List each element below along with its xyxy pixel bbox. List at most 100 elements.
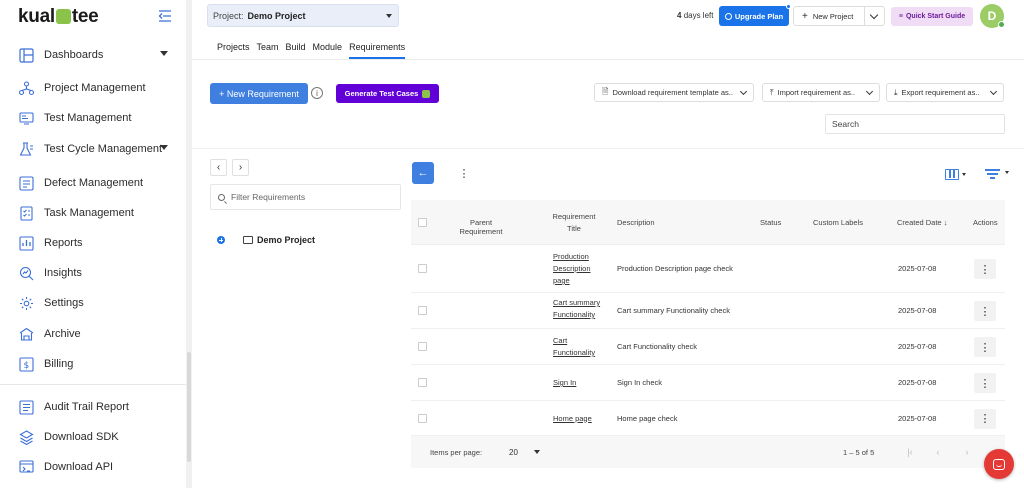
requirement-title-link[interactable]: Cart summary Functionality <box>553 297 609 321</box>
table-row[interactable]: Cart Functionality Cart Functionality che… <box>411 329 1005 365</box>
header-status[interactable]: Status <box>760 218 781 227</box>
collapse-sidebar-icon[interactable] <box>158 10 172 22</box>
ai-sparkle-icon <box>422 89 431 98</box>
next-page-icon[interactable]: › <box>960 445 974 459</box>
header-parent-requirement[interactable]: Parent Requirement <box>449 218 513 236</box>
quick-start-guide-button[interactable]: ≡ Quick Start Guide <box>891 7 973 26</box>
requirements-search-input[interactable]: Search <box>825 114 1005 134</box>
download-template-button[interactable]: 🗎 Download requirement template as.. <box>594 83 754 102</box>
caret-down-icon <box>962 172 966 176</box>
tree-root-node[interactable]: Demo Project <box>217 235 315 245</box>
expand-icon[interactable] <box>217 236 225 244</box>
new-requirement-button[interactable]: + New Requirement <box>210 83 308 104</box>
online-status-icon <box>998 21 1005 28</box>
row-actions-icon[interactable]: ⋮ <box>974 301 996 321</box>
new-project-button[interactable]: + New Project <box>793 6 885 26</box>
sidebar-item-defect-management[interactable]: Defect Management <box>18 172 178 194</box>
chevron-down-icon[interactable] <box>160 51 168 56</box>
select-all-checkbox[interactable] <box>418 218 427 227</box>
row-checkbox[interactable] <box>418 342 427 351</box>
download-api-icon <box>18 459 35 476</box>
requirement-created-date: 2025-07-08 <box>898 378 937 387</box>
prev-page-icon[interactable]: ‹ <box>931 445 945 459</box>
user-avatar[interactable]: D <box>980 4 1005 28</box>
row-checkbox[interactable] <box>418 264 427 273</box>
filter-requirements-input[interactable]: Filter Requirements <box>210 184 401 210</box>
brand-logo[interactable]: kual tee <box>18 6 99 28</box>
row-actions-icon[interactable]: ⋮ <box>974 373 996 393</box>
chat-support-button[interactable] <box>984 449 1014 479</box>
project-selector[interactable]: Project: Demo Project <box>207 4 399 27</box>
table-paginator: Items per page: 20 1 – 5 of 5 |‹ ‹ › <box>411 436 1005 468</box>
requirement-title-link[interactable]: Home page <box>553 413 609 425</box>
back-arrow-button[interactable]: ← <box>412 162 434 184</box>
tree-next-button[interactable]: › <box>232 159 249 176</box>
folder-icon <box>243 236 253 244</box>
first-page-icon[interactable]: |‹ <box>903 445 917 459</box>
tab-requirements[interactable]: Requirements <box>349 39 406 59</box>
sidebar-item-label: Test Management <box>44 112 132 124</box>
sidebar-scrollbar[interactable] <box>186 0 192 488</box>
caret-down-icon <box>533 450 540 454</box>
defect-icon <box>18 175 35 192</box>
sidebar-item-label: Project Management <box>44 82 146 94</box>
import-requirement-button[interactable]: ⤒ Import requirement as.. <box>762 83 880 102</box>
grid-filter-button[interactable] <box>985 167 1011 181</box>
sidebar-item-settings[interactable]: Settings <box>18 292 178 314</box>
tab-build[interactable]: Build <box>286 39 306 59</box>
sidebar-item-label: Archive <box>44 328 81 340</box>
sidebar-item-project-management[interactable]: Project Management <box>18 77 178 99</box>
sidebar-item-test-cycle-management[interactable]: Test Cycle Management <box>18 138 178 160</box>
info-icon[interactable]: i <box>311 87 323 99</box>
import-requirement-label: Import requirement as.. <box>777 88 856 97</box>
export-requirement-button[interactable]: ⤓ Export requirement as.. <box>886 83 1004 102</box>
tab-module[interactable]: Module <box>313 39 343 59</box>
grid-more-options-icon[interactable]: ⋮ <box>455 164 473 182</box>
table-row[interactable]: Sign In Sign In check 2025-07-08 ⋮ <box>411 365 1005 401</box>
header-actions: Actions <box>973 218 998 227</box>
row-actions-icon[interactable]: ⋮ <box>974 408 996 429</box>
new-project-dropdown-icon[interactable] <box>864 7 884 25</box>
upgrade-plan-button[interactable]: Upgrade Plan <box>719 4 791 26</box>
requirement-title-link[interactable]: Cart Functionality <box>553 335 609 359</box>
items-per-page-select[interactable]: 20 <box>509 445 553 459</box>
sidebar-item-billing[interactable]: $ Billing <box>18 353 178 375</box>
row-actions-icon[interactable]: ⋮ <box>974 259 996 279</box>
row-checkbox[interactable] <box>418 306 427 315</box>
sidebar-item-audit-trail-report[interactable]: Audit Trail Report <box>18 396 178 418</box>
row-actions-icon[interactable]: ⋮ <box>974 337 996 357</box>
column-chooser-button[interactable] <box>945 167 969 181</box>
sidebar-item-task-management[interactable]: Task Management <box>18 202 178 224</box>
chevron-down-icon[interactable] <box>160 145 168 150</box>
sidebar-item-insights[interactable]: Insights <box>18 262 178 284</box>
sidebar-item-download-api[interactable]: Download API <box>18 456 178 478</box>
sidebar-item-dashboards[interactable]: Dashboards <box>18 44 178 66</box>
tab-projects[interactable]: Projects <box>217 39 250 59</box>
table-row[interactable]: Production Description page Production De… <box>411 245 1005 293</box>
requirement-title-link[interactable]: Production Description page <box>553 251 609 287</box>
sidebar-item-download-sdk[interactable]: Download SDK <box>18 426 178 448</box>
sidebar-item-archive[interactable]: Archive <box>18 323 178 345</box>
header-custom-labels[interactable]: Custom Labels <box>813 218 863 227</box>
table-row[interactable]: Cart summary Functionality Cart summary F… <box>411 293 1005 329</box>
header-created-date[interactable]: Created Date ↓ <box>897 218 947 227</box>
sidebar-item-test-management[interactable]: Test Management <box>18 107 178 129</box>
header-requirement-title[interactable]: Requirement Title <box>549 211 599 235</box>
requirement-title-link[interactable]: Sign In <box>553 377 609 389</box>
table-row[interactable]: Home page Home page check 2025-07-08 ⋮ <box>411 401 1005 436</box>
tab-team[interactable]: Team <box>257 39 279 59</box>
items-per-page-label: Items per page: <box>430 448 483 457</box>
sidebar-scrollbar-thumb[interactable] <box>187 352 191 462</box>
generate-test-cases-button[interactable]: Generate Test Cases <box>336 84 439 103</box>
settings-icon <box>18 295 35 312</box>
upgrade-plan-label: Upgrade Plan <box>734 11 784 21</box>
filter-requirements-placeholder: Filter Requirements <box>231 192 306 202</box>
row-checkbox[interactable] <box>418 378 427 387</box>
table-header: Parent Requirement Requirement Title Des… <box>411 200 1005 245</box>
sidebar-item-reports[interactable]: Reports <box>18 232 178 254</box>
header-description[interactable]: Description <box>617 218 655 227</box>
sidebar-item-label: Insights <box>44 267 82 279</box>
requirement-created-date: 2025-07-08 <box>898 264 937 273</box>
tree-prev-button[interactable]: ‹ <box>210 159 227 176</box>
row-checkbox[interactable] <box>418 413 427 423</box>
